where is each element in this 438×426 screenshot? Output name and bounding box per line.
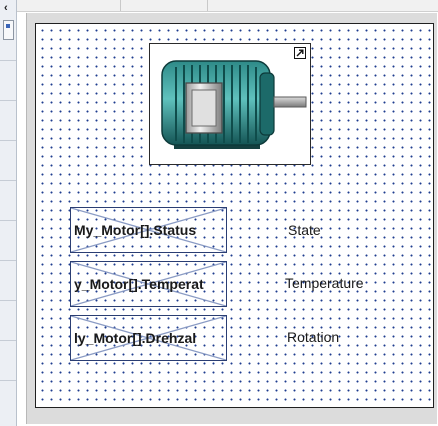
strip-divider — [0, 340, 16, 341]
strip-divider — [0, 140, 16, 141]
ruler-tick — [207, 0, 208, 11]
strip-divider — [0, 220, 16, 221]
top-ruler-band — [17, 0, 438, 12]
left-toolbar-strip: ‹ — [0, 0, 17, 426]
motor-graphic-object[interactable] — [149, 43, 311, 165]
collapse-left-icon[interactable]: ‹ — [4, 2, 8, 14]
ruler-tick — [120, 0, 121, 11]
strip-divider — [0, 380, 16, 381]
tag-field-status[interactable]: My_Motor[].Status — [70, 207, 227, 253]
strip-divider — [0, 260, 16, 261]
tag-text: ly_Motor[].Drehzal — [74, 330, 197, 346]
tag-text: My_Motor[].Status — [74, 222, 197, 238]
tag-field-temperature[interactable]: y_Motor[].Temperat — [70, 261, 227, 307]
strip-divider — [0, 300, 16, 301]
motor-icon — [161, 60, 307, 149]
strip-divider — [0, 180, 16, 181]
tag-text: y_Motor[].Temperat — [74, 276, 204, 292]
tag-field-rotation[interactable]: ly_Motor[].Drehzal — [70, 315, 227, 361]
strip-divider — [0, 100, 16, 101]
label-temperature[interactable]: Temperature — [285, 275, 364, 291]
strip-divider — [0, 60, 16, 61]
label-state[interactable]: State — [288, 222, 321, 238]
label-rotation[interactable]: Rotation — [287, 329, 339, 345]
toolbox-tool-icon[interactable] — [3, 20, 14, 40]
